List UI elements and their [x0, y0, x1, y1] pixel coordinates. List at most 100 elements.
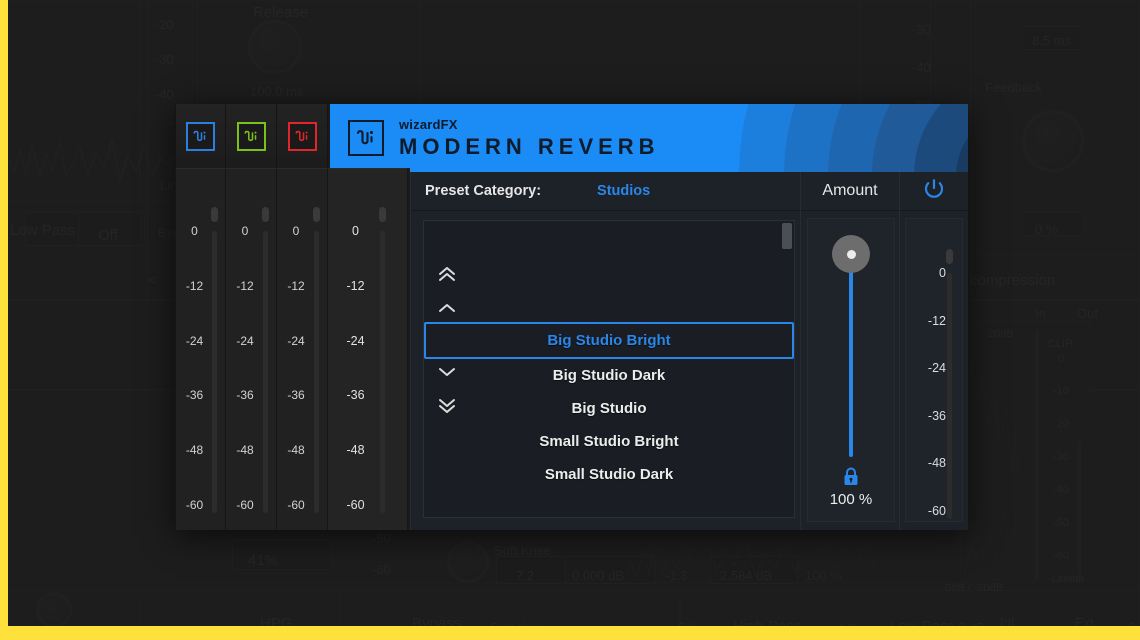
output-meter-section: 0 -12 -24 -36 -48 -60	[900, 172, 968, 530]
bg-label: -50	[372, 531, 391, 546]
amount-slider-track[interactable]	[849, 253, 853, 457]
amount-value: 100 %	[829, 491, 873, 508]
plugin-window: wizardFX MODERN REVERB 0 -12 -24 -36 -48 -60 0…	[175, 104, 968, 530]
meter-tick-label: -12	[185, 278, 204, 293]
bg-label: -30	[912, 22, 931, 37]
bg-label: Limiter	[1052, 573, 1086, 585]
plugin-tab-red[interactable]	[277, 104, 328, 168]
bg-label: -20	[155, 17, 174, 32]
bg-label: CLIP	[1048, 338, 1073, 350]
preset-category-row: Preset Category: Studios	[411, 172, 800, 211]
amount-lock-button[interactable]	[843, 467, 860, 492]
preset-item[interactable]: Big Studio	[424, 392, 794, 425]
bg-knob[interactable]	[1022, 110, 1084, 172]
meter-peak-cap	[211, 207, 218, 222]
sine-glyph-icon	[236, 121, 266, 151]
bg-label: -40	[155, 87, 174, 102]
bg-knob-release[interactable]	[248, 20, 302, 74]
bg-divider	[970, 0, 971, 300]
meter-peak-cap	[379, 207, 386, 222]
output-meter-tick-label: -60	[927, 504, 946, 518]
bg-label: 0.000 dB	[572, 568, 625, 583]
screen: Release 100.0 ms -20 -30 -40 -30 -40 -50 8.5 ms F…	[0, 0, 1140, 640]
chevron-up-icon	[439, 304, 455, 312]
preset-nav-last-icon[interactable]	[430, 393, 464, 419]
bg-label: 0	[1058, 353, 1065, 365]
brand-product: MODERN REVERB	[399, 134, 660, 159]
lock-icon	[844, 467, 858, 485]
meter-tick-label: 0	[241, 224, 249, 238]
chevron-down-icon	[439, 368, 455, 376]
bg-label: Soft Knee	[494, 543, 552, 558]
preset-category-value[interactable]: Studios	[597, 183, 650, 199]
bg-label: -40	[1053, 484, 1069, 496]
meter-tick-label: -12	[346, 278, 365, 293]
bg-label: Feedback	[985, 80, 1043, 95]
preset-scrollbar[interactable]	[782, 223, 792, 517]
preset-item[interactable]: Big Studio Dark	[424, 359, 794, 392]
output-meter-bar	[947, 273, 952, 519]
bg-meter-out	[1078, 440, 1081, 580]
meter-tick-label: -60	[236, 498, 254, 512]
meter-peak-cap	[313, 207, 320, 222]
bg-label: 7.2	[516, 568, 535, 583]
accent-bar-bottom	[0, 626, 1140, 640]
output-meter-tick-label: -24	[927, 361, 946, 376]
preset-section: Preset Category: Studios Big Studio Brig…	[410, 172, 800, 530]
bg-label: -60	[372, 562, 391, 577]
bg-label: compression	[970, 272, 1056, 289]
double-chevron-down-icon	[439, 399, 455, 413]
amount-slider-area[interactable]: 100 %	[807, 218, 895, 522]
meter-tick-label: -36	[185, 388, 204, 403]
preset-list: Big Studio Bright Big Studio Dark Big Stud…	[424, 322, 794, 491]
bg-label: 0dB / -20dB	[945, 582, 1004, 594]
meter-tick-label: -60	[185, 498, 204, 512]
preset-nav-first-icon[interactable]	[430, 261, 464, 287]
preset-item-selected[interactable]: Big Studio Bright	[424, 322, 794, 359]
bg-label: 100.0 ms	[250, 84, 304, 99]
bg-label: -1.3	[665, 568, 688, 583]
amount-slider-knob-dot	[846, 249, 856, 259]
output-meter-tick-label: -36	[927, 408, 946, 423]
preset-nav-column	[430, 221, 464, 517]
preset-nav-prev-icon[interactable]	[430, 295, 464, 321]
bg-knob[interactable]	[36, 592, 72, 628]
meter-tick-label: -60	[346, 498, 365, 512]
meter-tick-label: -36	[236, 388, 254, 403]
bg-label: -20	[1053, 418, 1069, 430]
plugin-tab-green[interactable]	[226, 104, 277, 168]
bg-knob-knee[interactable]	[447, 541, 489, 583]
bg-label: 0 %	[1035, 222, 1058, 237]
brand-vendor: wizardFX	[399, 117, 458, 132]
meter-bar	[263, 231, 268, 513]
amount-slider-knob[interactable]	[832, 235, 870, 273]
wizardfx-logo-icon	[348, 120, 384, 156]
bg-label: Off	[98, 227, 118, 244]
meter-tick-label: -36	[346, 388, 365, 403]
amount-header: Amount	[801, 172, 899, 211]
output-meter-tick-label: 0	[939, 266, 946, 280]
meter-tick-label: -36	[287, 388, 305, 403]
preset-nav-next-icon[interactable]	[430, 359, 464, 385]
bg-label: 8.5 ms	[1032, 33, 1072, 48]
power-button[interactable]	[923, 178, 945, 205]
bg-label: -40	[912, 60, 931, 75]
meter-bar	[314, 231, 319, 513]
input-meter-channel-3: 0 -12 -24 -36 -48 -60	[277, 168, 328, 530]
meter-tick-label: 0	[352, 224, 359, 238]
amount-section: Amount 100 %	[800, 172, 900, 530]
preset-scrollbar-thumb[interactable]	[782, 223, 792, 249]
meter-tick-label: -48	[185, 443, 204, 458]
brand-block: wizardFX MODERN REVERB	[399, 118, 660, 158]
input-meter-channel-4: 0 -12 -24 -36 -48 -60	[328, 168, 408, 530]
bg-label: -30	[1053, 451, 1069, 463]
meter-tick-label: -48	[236, 443, 254, 458]
input-meter-channel-2: 0 -12 -24 -36 -48 -60	[226, 168, 277, 530]
plugin-tab-blue[interactable]	[175, 104, 226, 168]
preset-item[interactable]: Small Studio Bright	[424, 425, 794, 458]
bg-field[interactable]	[232, 540, 332, 570]
amount-title: Amount	[822, 182, 878, 199]
output-power-row	[900, 172, 968, 211]
meter-bar	[380, 231, 385, 513]
preset-item[interactable]: Small Studio Dark	[424, 458, 794, 491]
